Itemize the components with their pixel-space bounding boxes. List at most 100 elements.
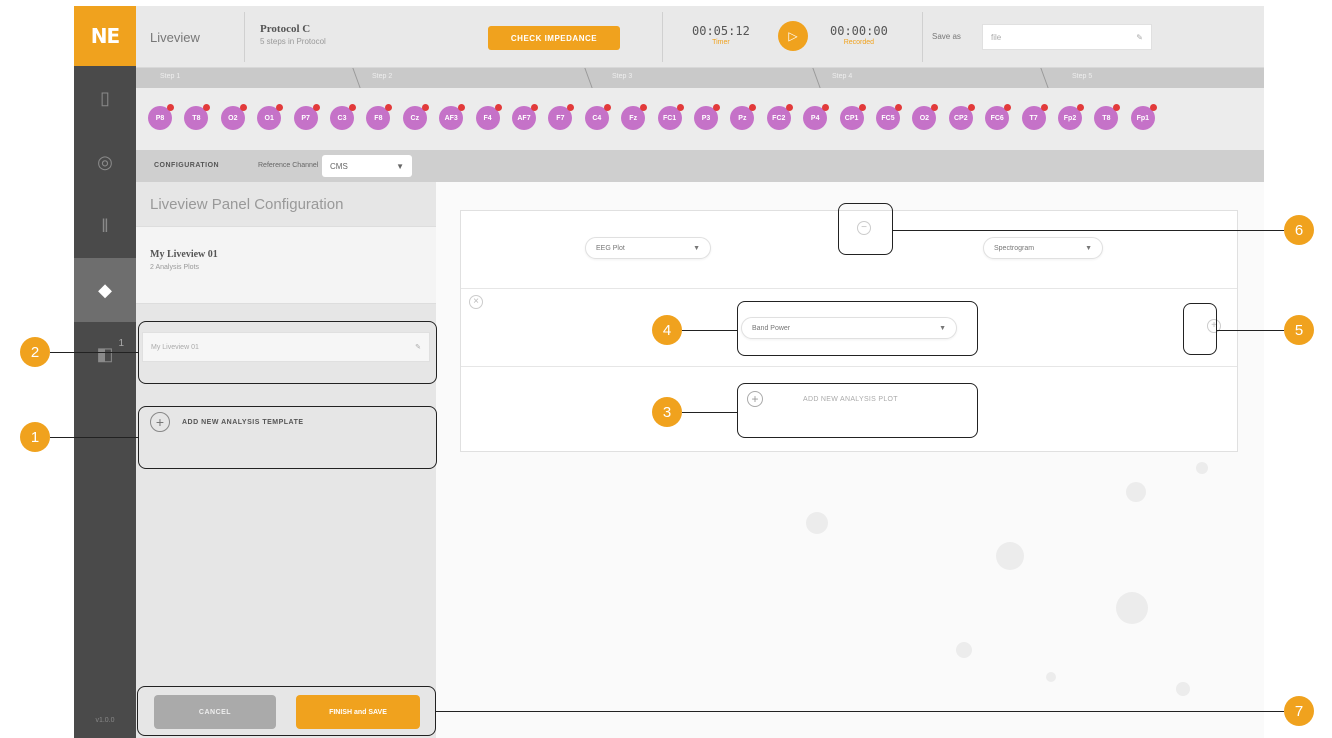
- play-button[interactable]: ▷: [778, 21, 808, 51]
- channel-chip[interactable]: P8: [148, 104, 174, 130]
- highlight-box: [138, 406, 437, 469]
- channel-chip[interactable]: CP1: [839, 104, 866, 130]
- channel-chip[interactable]: F4: [475, 104, 502, 130]
- divider: [922, 12, 923, 62]
- callout-badge-7: 7: [1284, 696, 1314, 726]
- sidebar-item-analysis[interactable]: ◧ 1: [74, 322, 136, 386]
- callout-line: [436, 711, 1284, 712]
- channel-chip[interactable]: P7: [293, 104, 320, 130]
- app-logo: NE: [74, 6, 136, 66]
- channel-chip[interactable]: C4: [584, 104, 611, 130]
- analysis-count: 1: [118, 338, 124, 349]
- step-tab[interactable]: Step 2: [372, 73, 392, 80]
- channel-chip[interactable]: Fp1: [1130, 104, 1157, 130]
- save-as-label: Save as: [932, 32, 961, 41]
- background-dot: [1046, 672, 1056, 682]
- channel-chip[interactable]: T8: [184, 104, 211, 130]
- app-root: NE ▯ ◎ ‖ ◆ ◧ 1 v1.0.0 Liveview Protocol C…: [0, 0, 1332, 738]
- sidebar-item-signal[interactable]: ‖: [74, 194, 136, 258]
- channel-chip[interactable]: AF3: [439, 104, 466, 130]
- liveview-card[interactable]: My Liveview 01 2 Analysis Plots: [136, 226, 436, 304]
- channel-chip[interactable]: O2: [220, 104, 247, 130]
- highlight-box: [137, 686, 436, 736]
- callout-badge-1: 1: [20, 422, 50, 452]
- sidebar: NE ▯ ◎ ‖ ◆ ◧ 1 v1.0.0: [74, 6, 136, 738]
- header-bar: Liveview Protocol C 5 steps in Protocol …: [136, 6, 1264, 68]
- plot-type-select-right[interactable]: Spectrogram ▼: [983, 237, 1103, 259]
- remove-plot-icon[interactable]: ×: [469, 295, 483, 309]
- background-dot: [1196, 462, 1208, 474]
- analysis-icon: ◧: [96, 343, 114, 364]
- channel-chip[interactable]: CP2: [948, 104, 975, 130]
- channel-chip[interactable]: T8: [1094, 104, 1121, 130]
- callout-badge-4: 4: [652, 315, 682, 345]
- liveview-card-subtitle: 2 Analysis Plots: [150, 264, 200, 271]
- timer-recorded-label: Recorded: [843, 39, 875, 46]
- callout-line: [50, 437, 138, 438]
- highlight-box: [737, 383, 978, 438]
- callout-line: [893, 230, 1284, 231]
- highlight-box: [138, 321, 437, 384]
- channel-chip[interactable]: FC6: [985, 104, 1012, 130]
- callout-line: [50, 352, 138, 353]
- configuration-bar: CONFIGURATION Reference Channel CMS ▼: [136, 150, 1264, 182]
- channel-chip[interactable]: Fz: [621, 104, 648, 130]
- liveview-canvas: EEG Plot ▼ − Spectrogram ▼ × Band Power …: [436, 182, 1264, 738]
- save-as-input[interactable]: file ✎: [982, 24, 1152, 50]
- background-dot: [996, 542, 1024, 570]
- channel-chip[interactable]: AF7: [512, 104, 538, 130]
- channel-chip[interactable]: Fp2: [1058, 104, 1084, 130]
- reference-channel-value: CMS: [330, 161, 348, 171]
- check-impedance-button[interactable]: CHECK IMPEDANCE: [488, 26, 620, 50]
- sidebar-item-protocol[interactable]: ▯: [74, 66, 136, 130]
- callout-badge-5: 5: [1284, 315, 1314, 345]
- step-separator: [584, 68, 593, 88]
- step-tab[interactable]: Step 3: [612, 73, 632, 80]
- step-separator: [812, 68, 821, 88]
- callout-badge-6: 6: [1284, 215, 1314, 245]
- callout-line: [1217, 330, 1284, 331]
- reference-channel-label: Reference Channel: [258, 162, 319, 169]
- headset-icon: ◎: [97, 151, 113, 172]
- timer-elapsed: 00:05:12 Timer: [692, 24, 750, 46]
- channel-chip[interactable]: C3: [330, 104, 356, 130]
- plot-type-value: Spectrogram: [994, 244, 1035, 252]
- channel-bar: P8 T8 O2 O1 P7 C3 F8 Cz AF3 F4 AF7 F7 C4 Fz FC1 P3 Pz FC2…: [136, 88, 1264, 150]
- channel-chip[interactable]: FC2: [766, 104, 793, 130]
- step-tab[interactable]: Step 5: [1072, 73, 1092, 80]
- highlight-box: [737, 301, 978, 356]
- configuration-label: CONFIGURATION: [154, 162, 220, 169]
- step-separator: [352, 68, 361, 88]
- background-dot: [956, 642, 972, 658]
- page-title: Liveview: [150, 30, 200, 45]
- chevron-down-icon: ▼: [1085, 244, 1092, 252]
- sidebar-item-liveview[interactable]: ◆: [74, 258, 136, 322]
- plot-type-select-left[interactable]: EEG Plot ▼: [585, 237, 711, 259]
- sidebar-item-headset[interactable]: ◎: [74, 130, 136, 194]
- channel-chip[interactable]: F8: [366, 104, 393, 130]
- save-as-value: file: [991, 32, 1002, 42]
- channel-chip[interactable]: T7: [1021, 104, 1048, 130]
- channel-chip[interactable]: P3: [694, 104, 720, 130]
- channel-chip[interactable]: O2: [912, 104, 939, 130]
- channel-chip[interactable]: Cz: [402, 104, 429, 130]
- document-icon: ▯: [100, 87, 110, 108]
- channel-chip[interactable]: FC1: [657, 104, 684, 130]
- panel-title: Liveview Panel Configuration: [150, 196, 344, 213]
- step-tab[interactable]: Step 1: [160, 73, 180, 80]
- background-dot: [806, 512, 828, 534]
- reference-channel-select[interactable]: CMS ▼: [322, 155, 412, 177]
- channel-chip[interactable]: Pz: [730, 104, 757, 130]
- channel-chip[interactable]: P4: [803, 104, 830, 130]
- channel-chip[interactable]: FC5: [876, 104, 902, 130]
- divider: [244, 12, 245, 62]
- channel-chip[interactable]: O1: [257, 104, 284, 130]
- step-tab[interactable]: Step 4: [832, 73, 852, 80]
- channel-chip[interactable]: F7: [548, 104, 575, 130]
- step-separator: [1040, 68, 1049, 88]
- app-version: v1.0.0: [95, 717, 115, 724]
- highlight-box: [1183, 303, 1217, 355]
- callout-badge-2: 2: [20, 337, 50, 367]
- highlight-box: [838, 203, 893, 255]
- play-icon: ▷: [788, 29, 798, 43]
